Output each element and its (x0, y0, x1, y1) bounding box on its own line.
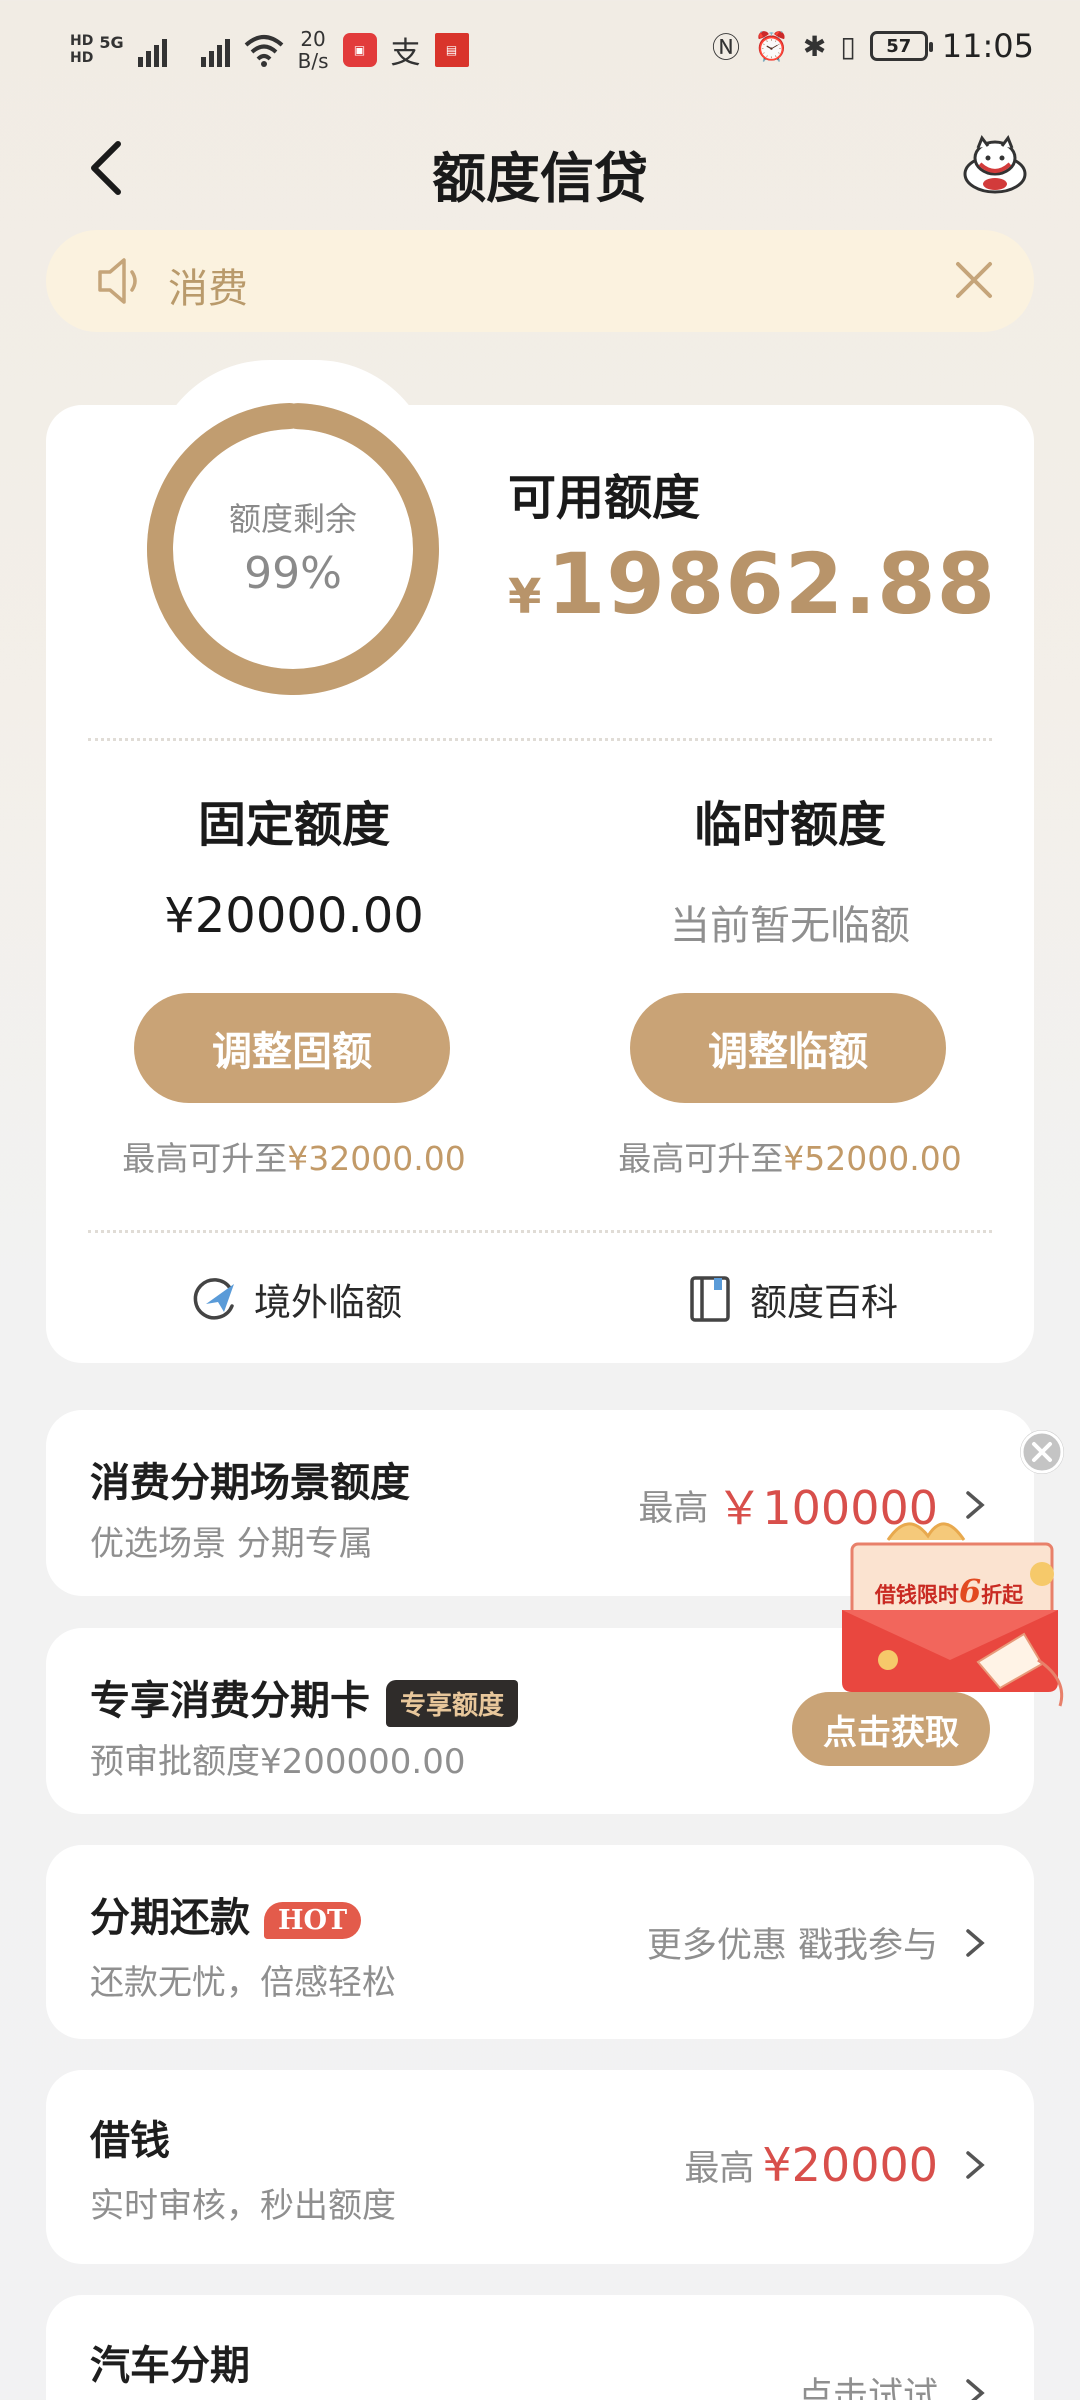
car-title: 汽车分期 (90, 2343, 250, 2389)
loan-right-prefix: 最高 (684, 2148, 755, 2189)
fixed-title: 固定额度 (197, 797, 390, 853)
card-title-wrap: 专享消费分期卡 专享额度 (90, 1668, 519, 1727)
adjust-fixed-button[interactable]: 调整固额 (134, 993, 450, 1103)
overseas-link[interactable]: 境外临额 (190, 1272, 402, 1326)
app-notification-icon: ▣ (342, 33, 377, 67)
notice-text: 消费 (168, 266, 248, 312)
ring-percent: 99% (244, 548, 342, 599)
installment-title: 分期还款 (90, 1895, 250, 1941)
alarm-icon: ⏰ (754, 29, 789, 63)
fixed-hint-amount: ¥32000.00 (287, 1139, 466, 1178)
plane-icon (193, 1278, 234, 1320)
scene-subtitle: 优选场景 分期专属 (90, 1524, 373, 1564)
available-label: 可用额度 (508, 470, 701, 526)
promo-text-number: 6 (958, 1572, 982, 1610)
status-right: Ⓝ ⏰ ✱ ▯ 57 11:05 (712, 26, 1034, 66)
promo-close-icon[interactable] (1020, 1430, 1064, 1474)
loan-subtitle: 实时审核，秒出额度 (90, 2186, 396, 2226)
currency-symbol: ¥ (508, 569, 542, 625)
mascot-icon[interactable] (960, 134, 1030, 196)
temp-hint-prefix: 最高可升至 (618, 1139, 784, 1178)
card-subtitle: 预审批额度¥200000.00 (90, 1742, 466, 1782)
promo-text: 借钱限时6折起 (866, 1572, 1032, 1610)
notice-bar[interactable]: 消费 (46, 230, 1034, 332)
chevron-right-icon (966, 2151, 985, 2179)
page-title: 额度信贷 (432, 147, 648, 210)
fixed-value: ¥20000.00 (164, 888, 424, 944)
chevron-right-icon (966, 2378, 985, 2400)
fixed-hint-prefix: 最高可升至 (122, 1139, 288, 1178)
vibrate-icon: ▯ (840, 29, 856, 63)
available-value: 19862.88 (546, 535, 997, 633)
temp-hint: 最高可升至¥52000.00 (542, 1132, 1038, 1180)
hot-badge: HOT (264, 1901, 362, 1939)
loan-card[interactable]: 借钱 实时审核，秒出额度 最高 ¥20000 (46, 2070, 1034, 2264)
car-right-text: 点击试试 (797, 2376, 938, 2400)
hd-indicator: HD HD (70, 33, 94, 66)
ring-label: 额度剩余 (228, 500, 357, 538)
car-card[interactable]: 汽车分期 点击试试 (46, 2295, 1034, 2400)
temp-value: 当前暂无临额 (670, 903, 910, 949)
signal-icon (137, 33, 167, 67)
nav-header: 额度信贷 (0, 120, 1080, 220)
battery-icon: 57 (869, 31, 933, 61)
wiki-link[interactable]: 额度百科 (686, 1272, 898, 1326)
status-left: HD HD 5G 20 B/s ▣ 支 ▤ (70, 28, 469, 72)
loan-title: 借钱 (90, 2118, 170, 2164)
available-amount: ¥ 19862.88 (508, 535, 996, 633)
card-tag: 专享额度 (386, 1679, 519, 1727)
clock: 11:05 (941, 27, 1034, 65)
divider (88, 738, 992, 741)
card-title: 专享消费分期卡 (90, 1678, 370, 1724)
loan-right-amount: ¥20000 (762, 2138, 938, 2192)
app-notification-icon-2: ▤ (434, 33, 469, 67)
scene-title: 消费分期场景额度 (90, 1460, 410, 1506)
temp-hint-amount: ¥52000.00 (783, 1139, 962, 1178)
installment-card[interactable]: 分期还款 HOT 还款无忧，倍感轻松 更多优惠 戳我参与 (46, 1845, 1034, 2039)
book-icon (690, 1276, 730, 1322)
alipay-icon: 支 (390, 36, 421, 71)
car-right: 点击试试 (798, 2367, 990, 2400)
wifi-icon (244, 35, 283, 67)
signal-icon-2 (200, 33, 230, 67)
installment-title-wrap: 分期还款 HOT (90, 1885, 362, 1943)
fixed-hint: 最高可升至¥32000.00 (46, 1132, 542, 1180)
promo-envelope[interactable] (828, 1510, 1076, 1710)
adjust-temp-button[interactable]: 调整临额 (630, 993, 946, 1103)
nfc-icon: Ⓝ (712, 31, 741, 64)
installment-right: 更多优惠 戳我参与 (647, 1917, 990, 1968)
divider-2 (88, 1230, 992, 1233)
loan-right: 最高 ¥20000 (684, 2138, 990, 2192)
wiki-label: 额度百科 (750, 1281, 898, 1324)
close-icon[interactable] (950, 256, 998, 304)
promo-text-after: 折起 (981, 1582, 1024, 1607)
chevron-right-icon (966, 1928, 985, 1957)
installment-subtitle: 还款无忧，倍感轻松 (90, 1963, 396, 2003)
network-type: 5G (99, 32, 124, 52)
temp-title: 临时额度 (693, 797, 886, 853)
speaker-icon (98, 258, 137, 304)
bluetooth-icon: ✱ (802, 29, 827, 63)
status-bar: HD HD 5G 20 B/s ▣ 支 ▤ Ⓝ ⏰ ✱ ▯ 57 11:05 (0, 0, 1080, 100)
scene-right-prefix: 最高 (638, 1488, 709, 1529)
overseas-label: 境外临额 (254, 1281, 402, 1324)
promo-text-before: 借钱限时 (874, 1582, 959, 1607)
net-speed: 20 B/s (297, 27, 329, 73)
installment-right-text: 更多优惠 戳我参与 (646, 1926, 938, 1966)
